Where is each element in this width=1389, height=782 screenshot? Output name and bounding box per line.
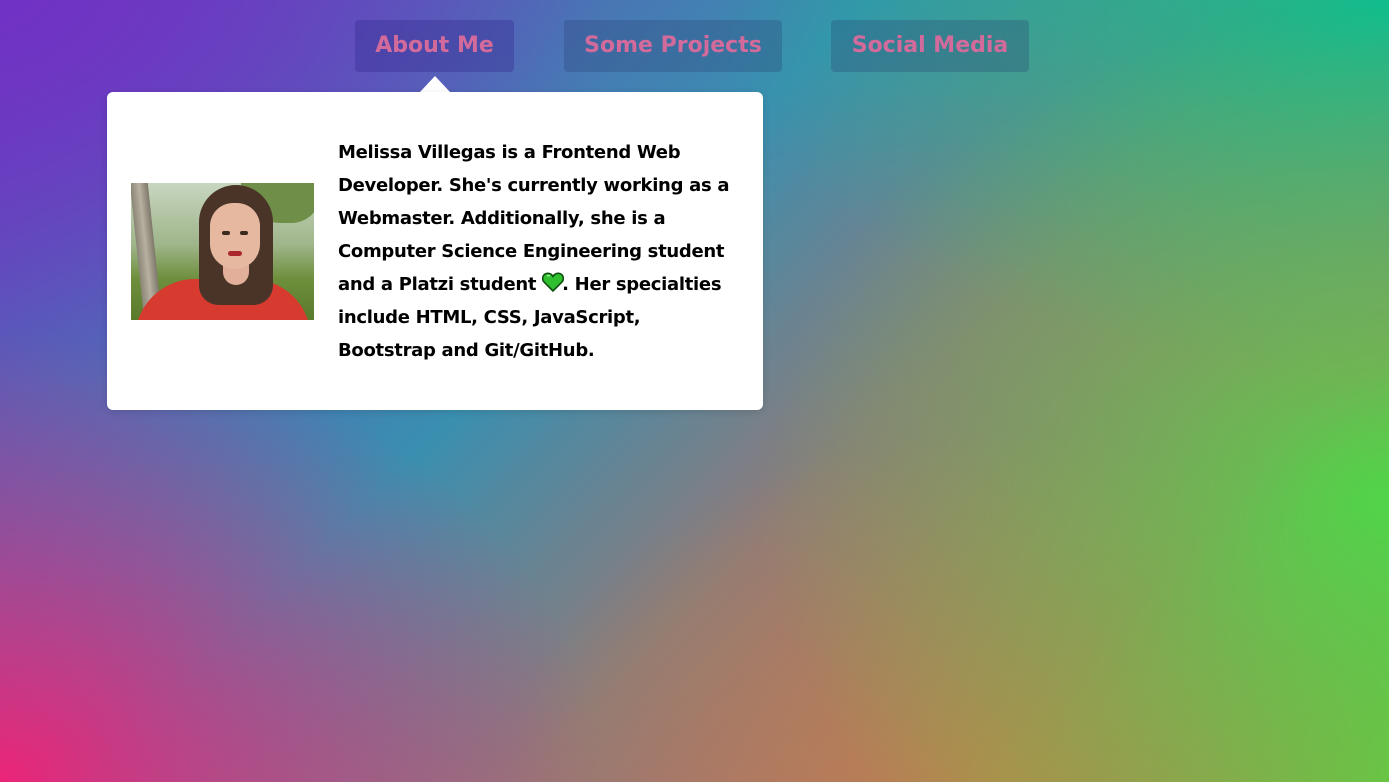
about-me-popover: Melissa Villegas is a Frontend Web Devel…: [107, 92, 763, 410]
profile-photo: [131, 183, 314, 320]
top-navigation: About Me Some Projects Social Media: [0, 20, 1389, 72]
bio-text: Melissa Villegas is a Frontend Web Devel…: [338, 136, 743, 367]
popover-arrow: [420, 76, 450, 92]
social-media-button[interactable]: Social Media: [831, 20, 1029, 72]
about-me-button[interactable]: About Me: [355, 20, 514, 72]
some-projects-button[interactable]: Some Projects: [564, 20, 782, 72]
green-heart-icon: [542, 270, 565, 293]
bio-text-part-1: Melissa Villegas is a Frontend Web Devel…: [338, 142, 730, 295]
